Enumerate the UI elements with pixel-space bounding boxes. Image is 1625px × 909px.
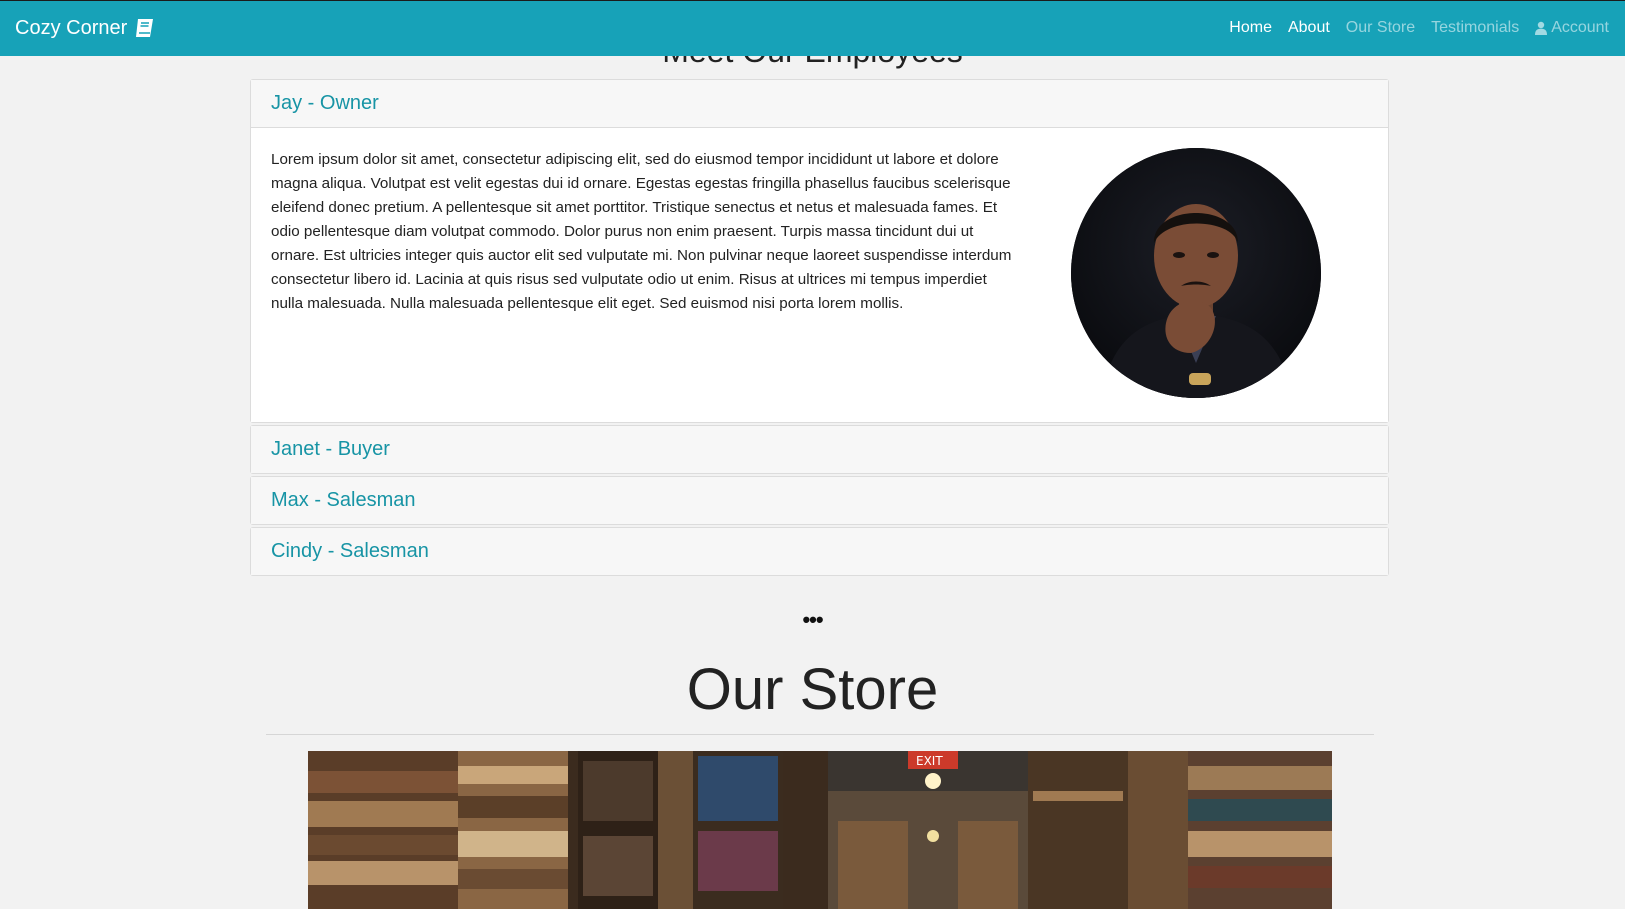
nav-our-store[interactable]: Our Store — [1338, 19, 1423, 37]
bookstore-photo: EXIT — [308, 751, 1332, 909]
accordion-card-cindy: Cindy - Salesman — [250, 527, 1389, 576]
brand-link[interactable]: Cozy Corner — [15, 16, 157, 40]
accordion-body-jay: Lorem ipsum dolor sit amet, consectetur … — [251, 127, 1388, 422]
navbar: Cozy Corner Home About Our Store Testimo… — [0, 0, 1625, 56]
store-title: Our Store — [686, 657, 939, 722]
accordion-header-jay[interactable]: Jay - Owner — [251, 80, 1388, 127]
nav-home[interactable]: Home — [1221, 19, 1280, 37]
book-icon — [136, 19, 154, 37]
accordion-header-janet[interactable]: Janet - Buyer — [251, 426, 1388, 473]
nav-about[interactable]: About — [1280, 19, 1338, 37]
employee-bio: Lorem ipsum dolor sit amet, consectetur … — [271, 151, 1012, 312]
nav-account[interactable]: Account — [1527, 19, 1617, 37]
employee-photo-avatar — [1071, 148, 1321, 398]
nav-links: Home About Our Store Testimonials Accoun… — [1221, 19, 1617, 37]
brand-name: Cozy Corner — [15, 16, 128, 39]
accordion-card-max: Max - Salesman — [250, 476, 1389, 525]
accordion-header-max[interactable]: Max - Salesman — [251, 477, 1388, 524]
user-icon — [1535, 21, 1548, 35]
employees-accordion: Jay - Owner Lorem ipsum dolor sit amet, … — [250, 79, 1389, 578]
store-divider-line — [266, 734, 1374, 735]
accordion-card-jay: Jay - Owner Lorem ipsum dolor sit amet, … — [250, 79, 1389, 423]
accordion-header-cindy[interactable]: Cindy - Salesman — [251, 528, 1388, 575]
nav-testimonials[interactable]: Testimonials — [1423, 19, 1527, 37]
accordion-card-janet: Janet - Buyer — [250, 425, 1389, 474]
section-divider: ••• — [802, 607, 823, 632]
exit-sign: EXIT — [916, 754, 943, 768]
